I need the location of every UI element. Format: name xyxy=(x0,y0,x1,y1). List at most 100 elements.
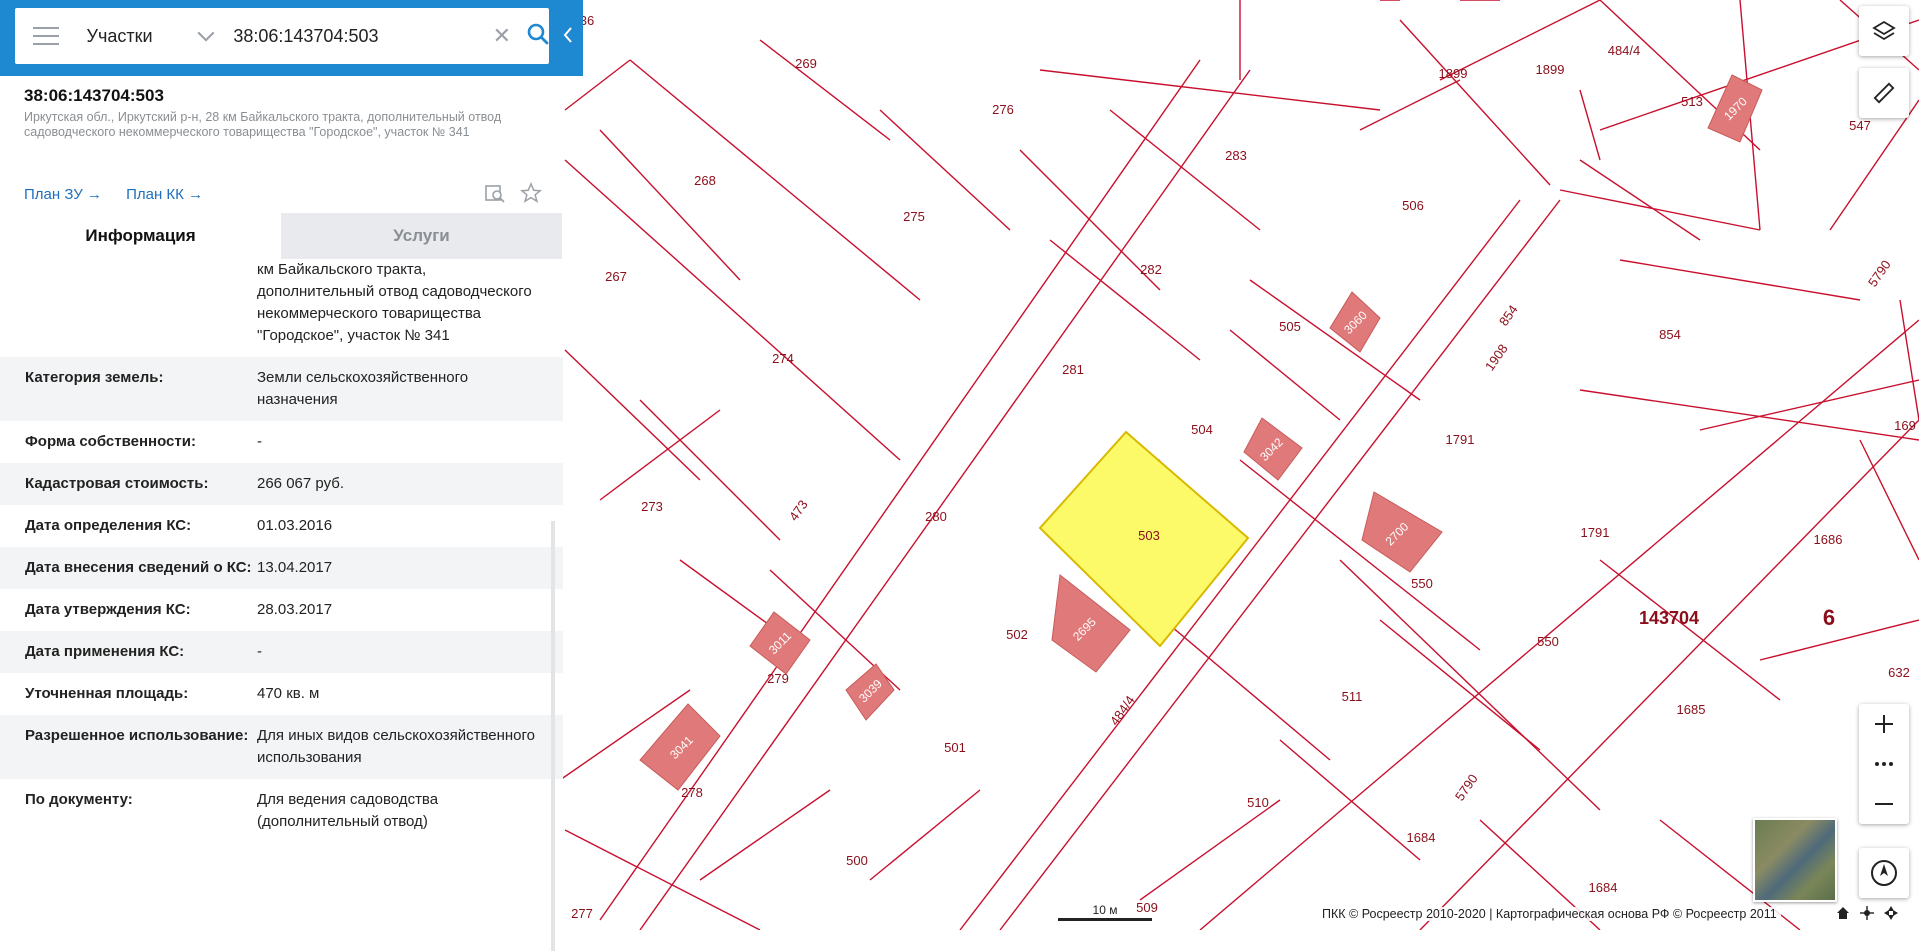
attribute-key: По документу: xyxy=(25,791,133,808)
attribute-key: Дата определения КС: xyxy=(25,517,192,534)
plus-icon xyxy=(1875,715,1893,733)
layers-icon xyxy=(1872,20,1896,41)
parcel-boundary xyxy=(639,399,781,541)
parcel-label: 276 xyxy=(992,102,1014,117)
menu-icon[interactable] xyxy=(33,27,59,45)
search-category[interactable]: Участки xyxy=(87,26,190,47)
parcel-label: 505 xyxy=(1279,319,1301,334)
parcel-label: 854 xyxy=(1496,302,1521,328)
attribute-key: Дата утверждения КС: xyxy=(25,601,191,618)
parcel-boundary xyxy=(1279,739,1421,861)
parcel-label: 473 xyxy=(786,497,811,523)
parcel-boundary xyxy=(1829,99,1919,231)
compass-icon xyxy=(1871,860,1897,886)
zoom-to-parcel-icon[interactable] xyxy=(484,182,506,209)
collapse-panel-icon[interactable] xyxy=(563,24,573,46)
attribute-value: - xyxy=(257,433,262,450)
attribute-value: 470 кв. м xyxy=(257,685,320,702)
panel-tabs: Информация Услуги xyxy=(0,213,563,259)
parcel-boundary xyxy=(599,409,721,501)
attribute-row: Дата утверждения КС: 28.03.2017 xyxy=(0,589,563,631)
tab-information[interactable]: Информация xyxy=(0,213,281,259)
clear-icon[interactable]: ✕ xyxy=(493,23,511,49)
parcel-label: 1686 xyxy=(1814,532,1843,547)
parcel-label: 278 xyxy=(681,785,703,800)
parcel-boundary xyxy=(1019,149,1161,291)
plan-kk-link[interactable]: План КК → xyxy=(126,186,203,203)
attribute-row: Категория земель: Земли сельскохозяйствен… xyxy=(0,357,563,421)
parcel-number: 38:06:143704:503 xyxy=(24,86,164,105)
parcel-label: 503 xyxy=(1138,528,1160,543)
parcel-label: 547 xyxy=(1849,118,1871,133)
parcel-boundary xyxy=(1579,389,1919,441)
home-icon[interactable] xyxy=(1836,906,1850,920)
parcel-label: 506 xyxy=(1402,198,1424,213)
tab-services[interactable]: Услуги xyxy=(281,213,562,259)
parcel-label: 5790 xyxy=(1452,771,1481,803)
favorite-star-icon[interactable] xyxy=(519,181,543,209)
attribute-value: - xyxy=(257,643,262,660)
parcel-boundary xyxy=(759,39,891,141)
panel-actions xyxy=(484,181,543,209)
parcel-label: 169 xyxy=(1894,418,1916,433)
zoom-out-button[interactable] xyxy=(1859,784,1909,824)
parcel-label: 511 xyxy=(1342,689,1363,704)
layers-button[interactable] xyxy=(1859,6,1909,56)
attribute-value: Для иных видов сельскохозяйственного исп… xyxy=(257,727,535,766)
parcel-boundary xyxy=(1399,19,1551,186)
ruler-button[interactable] xyxy=(1859,68,1909,118)
parcel-boundary xyxy=(959,199,1521,930)
attribute-key xyxy=(0,259,257,357)
parcel-label: 274 xyxy=(772,351,794,366)
parcel-boundary xyxy=(1559,189,1761,231)
attribute-value: 266 067 руб. xyxy=(257,475,344,492)
parcel-label: 267 xyxy=(605,269,627,284)
parcel-label: 632 xyxy=(1888,665,1910,680)
search-header: Участки ✕ xyxy=(0,0,583,76)
plan-zu-link[interactable]: План ЗУ → xyxy=(24,186,102,203)
search-icon[interactable] xyxy=(527,23,549,50)
parcel-label: 277 xyxy=(571,906,593,921)
attribute-row: Дата применения КС: - xyxy=(0,631,563,673)
attribute-row: Дата определения КС: 01.03.2016 xyxy=(0,505,563,547)
parcel-label: 1791 xyxy=(1446,432,1475,447)
attribute-key: Дата применения КС: xyxy=(25,643,185,660)
parcel-boundary xyxy=(599,129,741,281)
info-panel: 38:06:143704:503 Иркутская обл., Иркутск… xyxy=(0,76,563,951)
attribute-value: Земли сельскохозяйственного назначения xyxy=(257,369,469,408)
fullscreen-icon[interactable] xyxy=(1884,906,1898,920)
attribute-key: Форма собственности: xyxy=(25,433,196,450)
attribute-row: Уточненная площадь: 470 кв. м xyxy=(0,673,563,715)
attribute-row: Кадастровая стоимость: 266 067 руб. xyxy=(0,463,563,505)
parcel-label: 854 xyxy=(1659,327,1681,342)
parcel-label: 1791 xyxy=(1581,525,1610,540)
basemap-satellite-thumbnail[interactable] xyxy=(1753,818,1837,902)
zoom-in-button[interactable] xyxy=(1859,704,1909,744)
parcel-label: 273 xyxy=(641,499,663,514)
attributes-table: км Байкальского тракта, дополнительный о… xyxy=(0,259,563,930)
parcel-boundary xyxy=(1859,439,1919,561)
parcel-boundary xyxy=(1229,329,1341,421)
scale-line xyxy=(1058,918,1152,921)
plan-links: План ЗУ → План КК → xyxy=(24,186,223,203)
attribute-key: Уточненная площадь: xyxy=(25,685,189,702)
parcel-boundary xyxy=(1359,79,1461,131)
zoom-more-button[interactable] xyxy=(1859,744,1909,784)
attribute-key: Кадастровая стоимость: xyxy=(25,475,209,492)
parcel-label: 280 xyxy=(925,509,947,524)
parcel-label: 502 xyxy=(1006,627,1028,642)
panel-scrollbar[interactable] xyxy=(551,521,555,951)
compass-button[interactable] xyxy=(1859,848,1909,898)
parcel-label: 504 xyxy=(1191,422,1213,437)
parcel-label: 281 xyxy=(1062,362,1084,377)
attribute-row: км Байкальского тракта, дополнительный о… xyxy=(0,259,563,357)
parcel-label: 5790 xyxy=(1865,257,1894,289)
chevron-down-icon[interactable] xyxy=(197,24,214,42)
locate-icon[interactable] xyxy=(1860,906,1874,920)
parcel-boundary xyxy=(699,789,831,881)
parcel-label: 1684 xyxy=(1589,880,1618,895)
parcel-boundary xyxy=(1419,419,1919,930)
attribute-value: 01.03.2016 xyxy=(257,517,333,534)
parcel-boundary xyxy=(1139,799,1281,901)
search-input[interactable] xyxy=(231,24,483,48)
